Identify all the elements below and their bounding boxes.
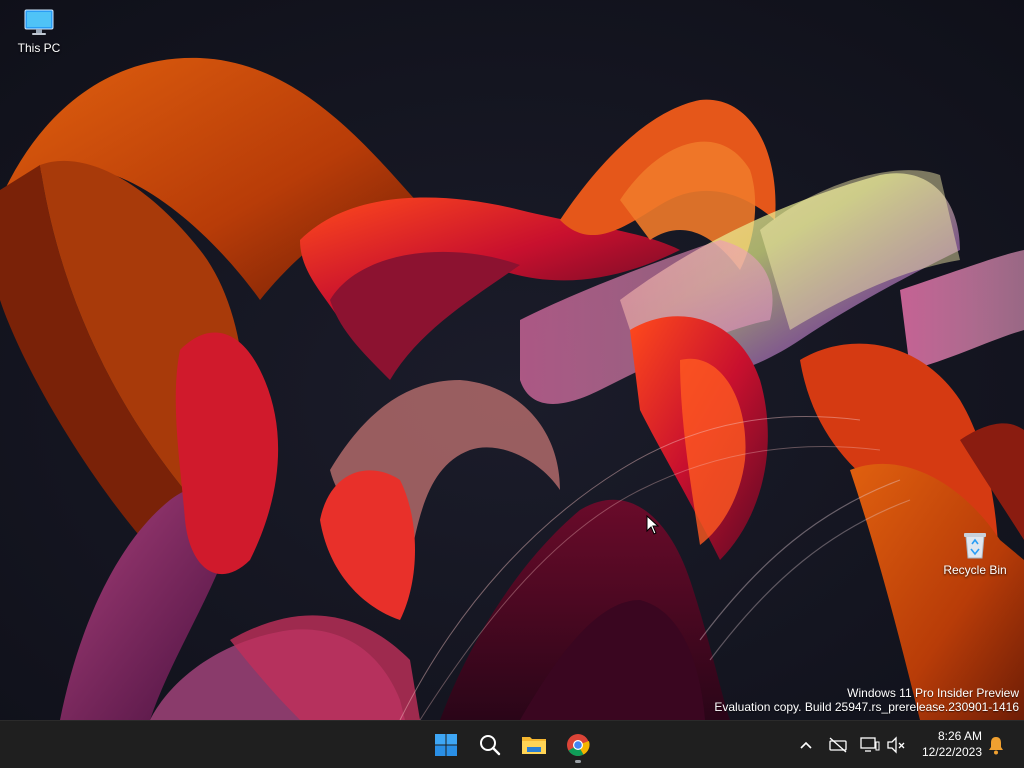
network-status-button[interactable]	[826, 733, 850, 757]
search-button[interactable]	[470, 725, 510, 765]
wallpaper-image	[0, 0, 1024, 720]
chevron-up-icon	[800, 741, 812, 749]
chrome-button[interactable]	[558, 725, 598, 765]
network-disconnected-icon	[829, 737, 847, 753]
search-icon	[480, 735, 501, 756]
evaluation-watermark: Windows 11 Pro Insider Preview Evaluatio…	[714, 686, 1019, 714]
start-button[interactable]	[426, 725, 466, 765]
notification-bell-icon	[989, 737, 1003, 755]
notification-center-button[interactable]	[984, 733, 1008, 757]
desktop-icon-label: This PC	[17, 41, 61, 55]
file-explorer-icon	[522, 737, 546, 754]
recycle-bin-icon	[964, 533, 986, 559]
clock-date: 12/22/2023	[921, 745, 982, 759]
desktop-icon-label: Recycle Bin	[943, 563, 1007, 577]
mouse-cursor-icon	[646, 515, 660, 535]
desktop[interactable]: This PC Recycle Bin Windows 11 Pro Insid…	[0, 0, 1024, 720]
watermark-line-edition: Windows 11 Pro Insider Preview	[847, 686, 1019, 700]
volume-muted-icon	[887, 736, 905, 754]
display-button[interactable]	[858, 733, 882, 757]
computer-monitor-icon	[24, 9, 54, 35]
chrome-icon	[567, 734, 590, 756]
show-hidden-icons-button[interactable]	[794, 733, 818, 757]
file-explorer-button[interactable]	[514, 725, 554, 765]
running-indicator	[575, 760, 581, 763]
clock-time: 8:26 AM	[937, 729, 982, 743]
system-clock[interactable]: 8:26 AM 12/22/2023	[922, 728, 982, 760]
desktop-icon-recycle-bin[interactable]: Recycle Bin	[937, 530, 1013, 577]
display-icon	[860, 737, 880, 752]
taskbar: 8:26 AM 12/22/2023	[0, 720, 1024, 768]
desktop-icon-this-pc[interactable]: This PC	[1, 8, 77, 55]
watermark-line-build: Evaluation copy. Build 25947.rs_prerelea…	[714, 700, 1019, 714]
volume-button[interactable]	[884, 733, 908, 757]
windows-start-icon	[435, 734, 457, 756]
